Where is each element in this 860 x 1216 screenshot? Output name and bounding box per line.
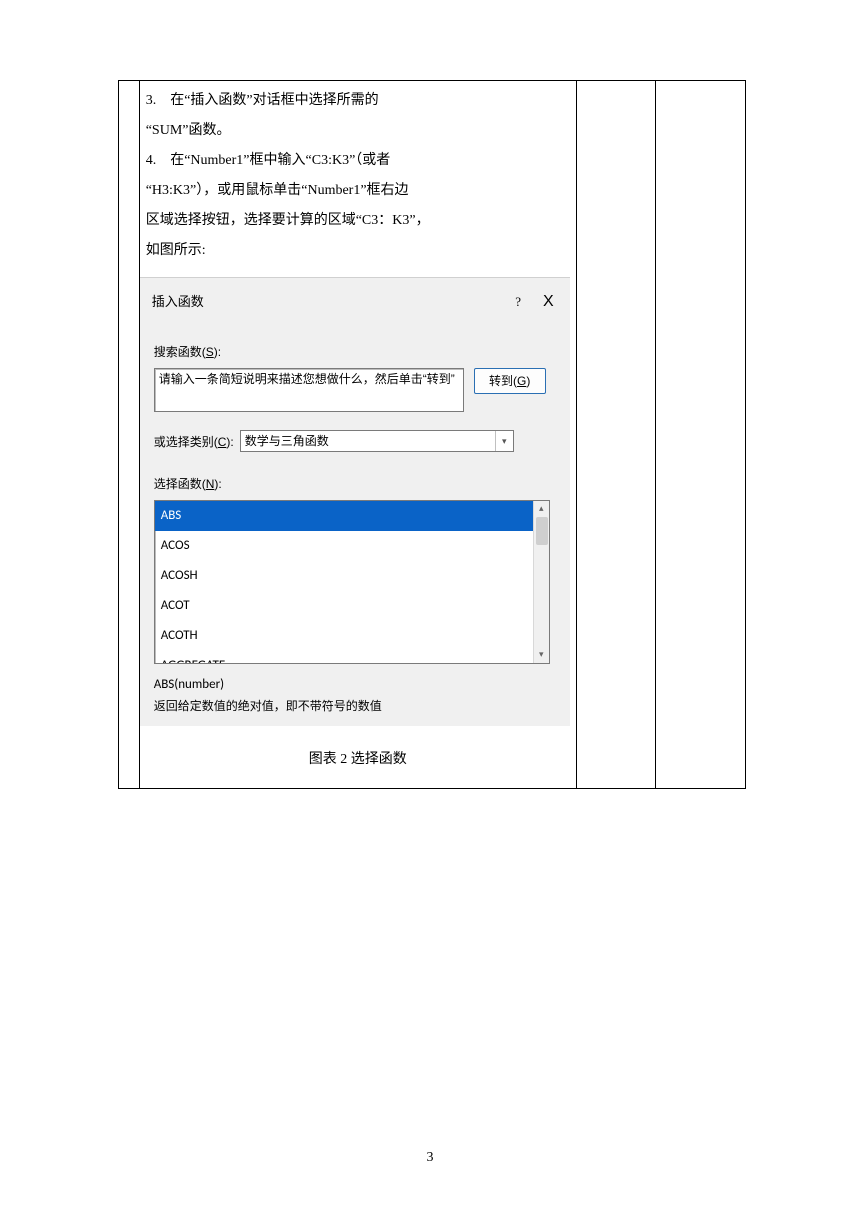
grid-col-main: 3. 在“插入函数”对话框中选择所需的 “SUM”函数。 4. 在“Number…: [139, 81, 576, 789]
doc-grid: 3. 在“插入函数”对话框中选择所需的 “SUM”函数。 4. 在“Number…: [118, 80, 746, 789]
scroll-up-icon[interactable]: ▴: [534, 501, 549, 517]
grid-col4: [655, 81, 745, 789]
function-desc-text: 返回给定数值的绝对值，即不带符号的数值: [154, 696, 556, 716]
step3-number: 3.: [146, 93, 157, 108]
function-listbox[interactable]: ABS ACOS ACOSH ACOT ACOTH AGGREGATE ARAB…: [154, 500, 550, 664]
grid-col1: [119, 81, 140, 789]
scrollbar[interactable]: ▴ ▾: [533, 501, 549, 663]
category-value: 数学与三角函数: [245, 429, 329, 453]
instruction-text: 3. 在“插入函数”对话框中选择所需的 “SUM”函数。 4. 在“Number…: [140, 81, 576, 788]
list-item[interactable]: ACOSH: [155, 561, 549, 591]
goto-button[interactable]: 转到(G): [474, 368, 546, 394]
list-item[interactable]: ACOS: [155, 531, 549, 561]
list-item[interactable]: ACOTH: [155, 621, 549, 651]
insert-function-dialog: 插入函数 ? X 搜索函数(S): 请输入一条简短说明来描述您想做什么，然后单击…: [140, 277, 570, 726]
list-item[interactable]: AGGREGATE: [155, 651, 549, 664]
step3-text2: “SUM”函数。: [146, 117, 570, 145]
step4-line4: 如图所示:: [146, 237, 570, 265]
step4-number: 4.: [146, 153, 157, 168]
scroll-thumb[interactable]: [536, 517, 548, 545]
close-icon[interactable]: X: [543, 286, 554, 318]
step4-line1: 在“Number1”框中输入“C3:K3”（或者: [170, 153, 390, 168]
list-item[interactable]: ACOT: [155, 591, 549, 621]
help-icon[interactable]: ?: [515, 289, 521, 315]
page-number: 3: [0, 1150, 860, 1166]
search-function-label: 搜索函数(S):: [154, 340, 556, 364]
select-function-label: 选择函数(N):: [154, 472, 556, 496]
grid-col3: [576, 81, 655, 789]
list-item[interactable]: ABS: [155, 501, 549, 531]
dialog-body: 搜索函数(S): 请输入一条简短说明来描述您想做什么，然后单击“转到” 转到(G…: [140, 330, 570, 726]
category-select[interactable]: 数学与三角函数 ▾: [240, 430, 514, 452]
step3-text: 在“插入函数”对话框中选择所需的: [170, 93, 378, 108]
figure-caption: 图表 2 选择函数: [146, 746, 570, 774]
function-signature: ABS(number): [154, 674, 556, 696]
dialog-titlebar: 插入函数 ? X: [140, 278, 570, 330]
function-description: ABS(number) 返回给定数值的绝对值，即不带符号的数值: [154, 674, 556, 716]
dialog-title: 插入函数: [152, 289, 204, 315]
category-label: 或选择类别(C):: [154, 430, 234, 454]
search-function-input[interactable]: 请输入一条简短说明来描述您想做什么，然后单击“转到”: [154, 368, 464, 412]
step4-line3: 区域选择按钮，选择要计算的区域“C3：K3”，: [146, 207, 570, 235]
chevron-down-icon: ▾: [495, 431, 513, 451]
step4-line2: “H3:K3”），或用鼠标单击“Number1”框右边: [146, 177, 570, 205]
scroll-down-icon[interactable]: ▾: [534, 647, 549, 663]
